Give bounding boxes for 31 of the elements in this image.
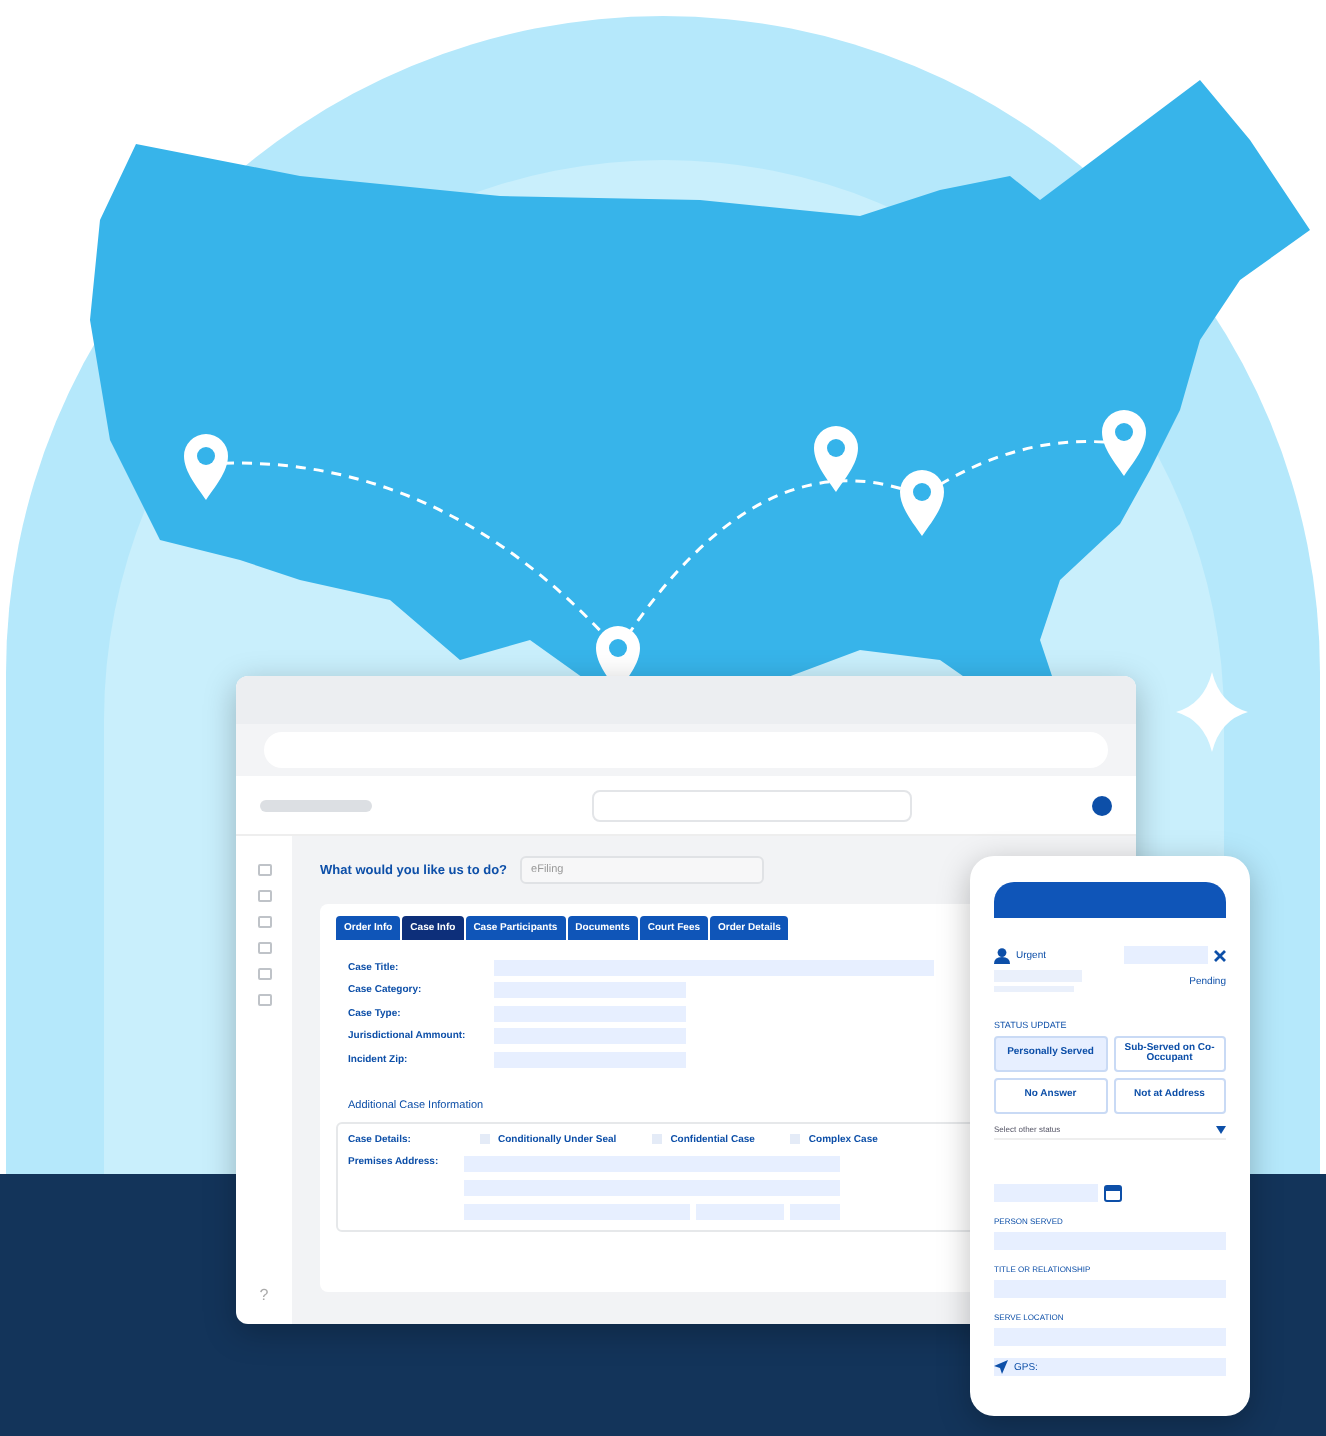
date-field[interactable] (994, 1184, 1098, 1202)
person-icon (994, 947, 1010, 963)
sparkle-icon (1176, 672, 1248, 752)
map-pin-icon (814, 426, 858, 492)
input-field[interactable] (494, 1051, 686, 1068)
navigation-arrow-icon (994, 1360, 1008, 1374)
search-field[interactable] (592, 789, 912, 821)
input-field[interactable] (464, 1203, 690, 1219)
input-field[interactable] (494, 959, 934, 976)
input-field[interactable] (464, 1155, 840, 1171)
caret-icon (1216, 1125, 1226, 1133)
avatar-icon[interactable] (1092, 795, 1112, 815)
logo-placeholder (260, 799, 372, 811)
input-field[interactable] (696, 1203, 784, 1219)
map-pin-icon (1102, 410, 1146, 476)
input-field[interactable] (790, 1203, 840, 1219)
close-icon[interactable] (1214, 949, 1226, 961)
map-pin-icon (900, 470, 944, 536)
input-field[interactable] (994, 1280, 1226, 1298)
calendar-icon[interactable] (1104, 1184, 1122, 1202)
input-field[interactable] (494, 1005, 686, 1022)
input-field[interactable] (1124, 946, 1208, 964)
input-field[interactable] (994, 1232, 1226, 1250)
input-field[interactable] (464, 1179, 840, 1195)
input-field[interactable] (494, 982, 686, 999)
input-field[interactable] (494, 1028, 686, 1045)
checkbox[interactable] (790, 1134, 801, 1144)
checkbox[interactable] (480, 1134, 490, 1144)
input-field[interactable] (994, 1328, 1226, 1346)
checkbox[interactable] (652, 1134, 663, 1144)
map-pin-icon (184, 434, 228, 500)
